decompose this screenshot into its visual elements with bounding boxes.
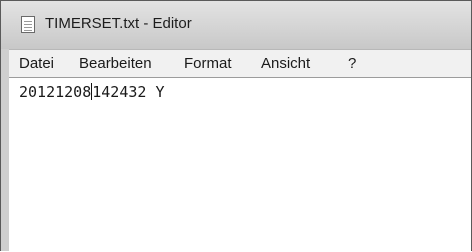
notepad-icon[interactable] [21, 16, 35, 33]
menu-bearbeiten[interactable]: Bearbeiten [79, 55, 152, 72]
editor-window: TIMERSET.txt - Editor Datei Bearbeiten F… [0, 0, 472, 252]
menu-help[interactable]: ? [348, 55, 356, 72]
text-after-caret: 142432 Y [92, 83, 165, 101]
menu-format[interactable]: Format [184, 55, 232, 72]
menu-ansicht[interactable]: Ansicht [261, 55, 310, 72]
text-before-caret: 20121208 [19, 83, 92, 101]
menu-bar: Datei Bearbeiten Format Ansicht ? [9, 49, 471, 77]
menu-datei[interactable]: Datei [19, 55, 54, 72]
text-area[interactable]: 20121208142432 Y [9, 77, 471, 252]
text-line: 20121208142432 Y [19, 83, 165, 101]
window-title: TIMERSET.txt - Editor [45, 15, 192, 32]
title-bar[interactable]: TIMERSET.txt - Editor [1, 1, 471, 49]
